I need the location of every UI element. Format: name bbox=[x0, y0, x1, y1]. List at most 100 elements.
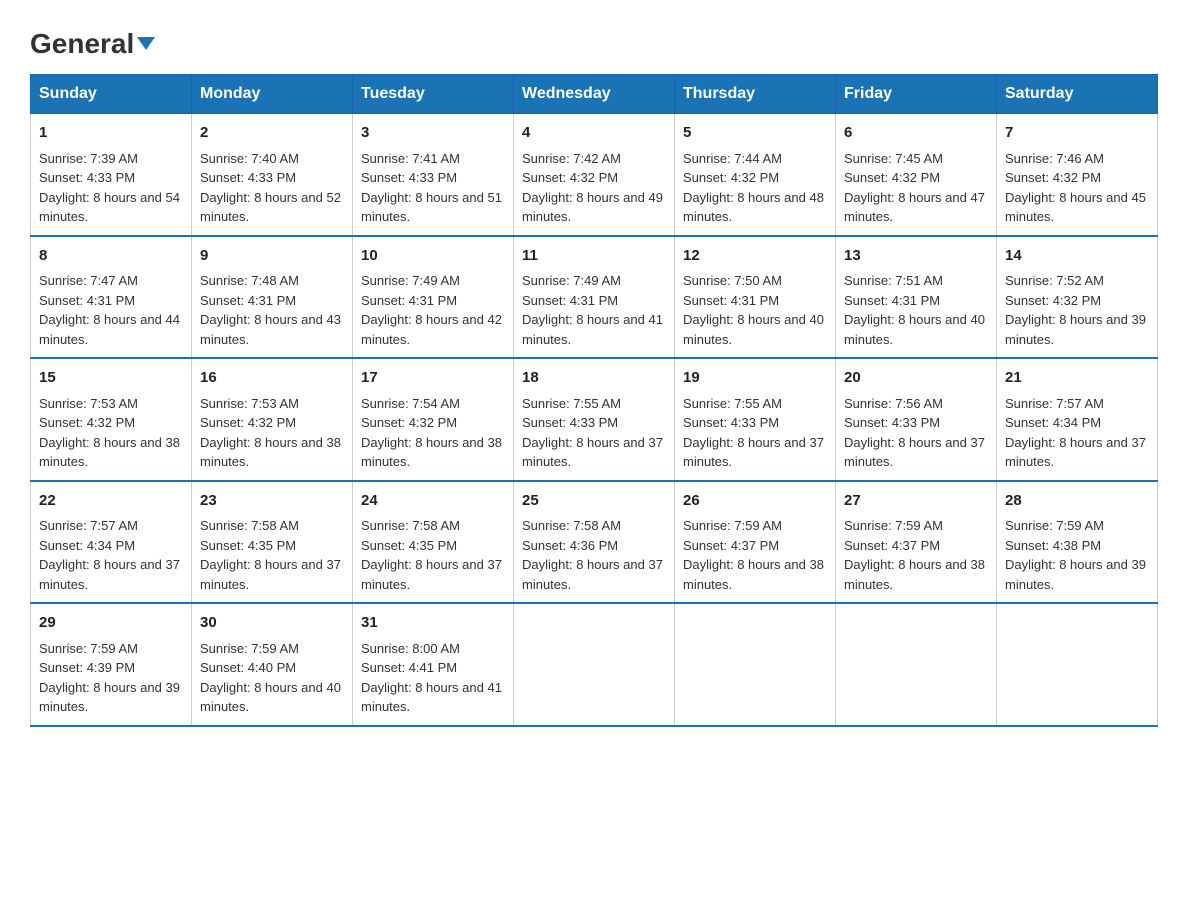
calendar-cell bbox=[836, 603, 997, 726]
sunset-text: Sunset: 4:37 PM bbox=[683, 538, 779, 553]
sunset-text: Sunset: 4:31 PM bbox=[844, 293, 940, 308]
daylight-text: Daylight: 8 hours and 52 minutes. bbox=[200, 190, 341, 225]
sunset-text: Sunset: 4:41 PM bbox=[361, 660, 457, 675]
day-number: 16 bbox=[200, 367, 344, 390]
day-number: 5 bbox=[683, 122, 827, 145]
sunrise-text: Sunrise: 7:52 AM bbox=[1005, 273, 1104, 288]
daylight-text: Daylight: 8 hours and 39 minutes. bbox=[39, 680, 180, 715]
daylight-text: Daylight: 8 hours and 40 minutes. bbox=[844, 312, 985, 347]
sunrise-text: Sunrise: 7:57 AM bbox=[1005, 396, 1104, 411]
calendar-cell: 14Sunrise: 7:52 AMSunset: 4:32 PMDayligh… bbox=[997, 236, 1158, 359]
day-number: 28 bbox=[1005, 490, 1149, 513]
sunset-text: Sunset: 4:33 PM bbox=[39, 170, 135, 185]
day-number: 22 bbox=[39, 490, 183, 513]
calendar-cell: 7Sunrise: 7:46 AMSunset: 4:32 PMDaylight… bbox=[997, 114, 1158, 236]
calendar-cell bbox=[997, 603, 1158, 726]
sunset-text: Sunset: 4:33 PM bbox=[522, 415, 618, 430]
day-number: 26 bbox=[683, 490, 827, 513]
sunrise-text: Sunrise: 7:50 AM bbox=[683, 273, 782, 288]
sunset-text: Sunset: 4:32 PM bbox=[844, 170, 940, 185]
calendar-cell: 24Sunrise: 7:58 AMSunset: 4:35 PMDayligh… bbox=[353, 481, 514, 604]
sunset-text: Sunset: 4:36 PM bbox=[522, 538, 618, 553]
sunrise-text: Sunrise: 7:45 AM bbox=[844, 151, 943, 166]
calendar-cell: 10Sunrise: 7:49 AMSunset: 4:31 PMDayligh… bbox=[353, 236, 514, 359]
header-wednesday: Wednesday bbox=[514, 75, 675, 114]
calendar-cell: 11Sunrise: 7:49 AMSunset: 4:31 PMDayligh… bbox=[514, 236, 675, 359]
header-sunday: Sunday bbox=[31, 75, 192, 114]
day-number: 4 bbox=[522, 122, 666, 145]
day-number: 29 bbox=[39, 612, 183, 635]
daylight-text: Daylight: 8 hours and 38 minutes. bbox=[39, 435, 180, 470]
sunset-text: Sunset: 4:32 PM bbox=[361, 415, 457, 430]
calendar-cell: 25Sunrise: 7:58 AMSunset: 4:36 PMDayligh… bbox=[514, 481, 675, 604]
header-friday: Friday bbox=[836, 75, 997, 114]
day-number: 24 bbox=[361, 490, 505, 513]
sunset-text: Sunset: 4:33 PM bbox=[361, 170, 457, 185]
calendar-cell: 2Sunrise: 7:40 AMSunset: 4:33 PMDaylight… bbox=[192, 114, 353, 236]
daylight-text: Daylight: 8 hours and 54 minutes. bbox=[39, 190, 180, 225]
daylight-text: Daylight: 8 hours and 48 minutes. bbox=[683, 190, 824, 225]
sunset-text: Sunset: 4:34 PM bbox=[39, 538, 135, 553]
sunset-text: Sunset: 4:32 PM bbox=[683, 170, 779, 185]
daylight-text: Daylight: 8 hours and 38 minutes. bbox=[361, 435, 502, 470]
daylight-text: Daylight: 8 hours and 39 minutes. bbox=[1005, 557, 1146, 592]
calendar-cell: 6Sunrise: 7:45 AMSunset: 4:32 PMDaylight… bbox=[836, 114, 997, 236]
calendar-cell: 17Sunrise: 7:54 AMSunset: 4:32 PMDayligh… bbox=[353, 358, 514, 481]
calendar-cell: 20Sunrise: 7:56 AMSunset: 4:33 PMDayligh… bbox=[836, 358, 997, 481]
sunset-text: Sunset: 4:39 PM bbox=[39, 660, 135, 675]
sunrise-text: Sunrise: 7:53 AM bbox=[200, 396, 299, 411]
sunrise-text: Sunrise: 7:44 AM bbox=[683, 151, 782, 166]
daylight-text: Daylight: 8 hours and 38 minutes. bbox=[683, 557, 824, 592]
daylight-text: Daylight: 8 hours and 41 minutes. bbox=[522, 312, 663, 347]
sunrise-text: Sunrise: 7:42 AM bbox=[522, 151, 621, 166]
daylight-text: Daylight: 8 hours and 43 minutes. bbox=[200, 312, 341, 347]
sunrise-text: Sunrise: 7:57 AM bbox=[39, 518, 138, 533]
day-number: 6 bbox=[844, 122, 988, 145]
day-number: 25 bbox=[522, 490, 666, 513]
logo-text-line1: General bbox=[30, 30, 155, 58]
daylight-text: Daylight: 8 hours and 37 minutes. bbox=[39, 557, 180, 592]
daylight-text: Daylight: 8 hours and 49 minutes. bbox=[522, 190, 663, 225]
sunset-text: Sunset: 4:32 PM bbox=[1005, 170, 1101, 185]
day-number: 31 bbox=[361, 612, 505, 635]
sunrise-text: Sunrise: 7:59 AM bbox=[39, 641, 138, 656]
calendar-cell: 12Sunrise: 7:50 AMSunset: 4:31 PMDayligh… bbox=[675, 236, 836, 359]
daylight-text: Daylight: 8 hours and 37 minutes. bbox=[844, 435, 985, 470]
sunset-text: Sunset: 4:31 PM bbox=[361, 293, 457, 308]
calendar-cell: 28Sunrise: 7:59 AMSunset: 4:38 PMDayligh… bbox=[997, 481, 1158, 604]
calendar-cell: 26Sunrise: 7:59 AMSunset: 4:37 PMDayligh… bbox=[675, 481, 836, 604]
sunset-text: Sunset: 4:31 PM bbox=[522, 293, 618, 308]
calendar-cell: 4Sunrise: 7:42 AMSunset: 4:32 PMDaylight… bbox=[514, 114, 675, 236]
sunset-text: Sunset: 4:33 PM bbox=[683, 415, 779, 430]
day-number: 15 bbox=[39, 367, 183, 390]
sunset-text: Sunset: 4:31 PM bbox=[683, 293, 779, 308]
daylight-text: Daylight: 8 hours and 42 minutes. bbox=[361, 312, 502, 347]
sunrise-text: Sunrise: 7:54 AM bbox=[361, 396, 460, 411]
logo: General bbox=[30, 30, 155, 54]
sunrise-text: Sunrise: 7:48 AM bbox=[200, 273, 299, 288]
daylight-text: Daylight: 8 hours and 38 minutes. bbox=[844, 557, 985, 592]
header-saturday: Saturday bbox=[997, 75, 1158, 114]
page-header: General bbox=[30, 30, 1158, 54]
sunrise-text: Sunrise: 7:53 AM bbox=[39, 396, 138, 411]
sunrise-text: Sunrise: 7:59 AM bbox=[200, 641, 299, 656]
day-number: 7 bbox=[1005, 122, 1149, 145]
daylight-text: Daylight: 8 hours and 37 minutes. bbox=[683, 435, 824, 470]
daylight-text: Daylight: 8 hours and 40 minutes. bbox=[200, 680, 341, 715]
calendar-cell: 9Sunrise: 7:48 AMSunset: 4:31 PMDaylight… bbox=[192, 236, 353, 359]
sunrise-text: Sunrise: 7:58 AM bbox=[522, 518, 621, 533]
daylight-text: Daylight: 8 hours and 45 minutes. bbox=[1005, 190, 1146, 225]
day-number: 10 bbox=[361, 245, 505, 268]
daylight-text: Daylight: 8 hours and 44 minutes. bbox=[39, 312, 180, 347]
day-number: 3 bbox=[361, 122, 505, 145]
daylight-text: Daylight: 8 hours and 37 minutes. bbox=[1005, 435, 1146, 470]
calendar-cell: 22 Sunrise: 7:57 AM Sunset: 4:34 PM Dayligh… bbox=[31, 481, 192, 604]
sunset-text: Sunset: 4:33 PM bbox=[200, 170, 296, 185]
sunrise-text: Sunrise: 7:55 AM bbox=[522, 396, 621, 411]
sunset-text: Sunset: 4:32 PM bbox=[200, 415, 296, 430]
header-tuesday: Tuesday bbox=[353, 75, 514, 114]
calendar-cell: 13Sunrise: 7:51 AMSunset: 4:31 PMDayligh… bbox=[836, 236, 997, 359]
sunset-text: Sunset: 4:35 PM bbox=[361, 538, 457, 553]
calendar-cell: 31Sunrise: 8:00 AMSunset: 4:41 PMDayligh… bbox=[353, 603, 514, 726]
calendar-table: SundayMondayTuesdayWednesdayThursdayFrid… bbox=[30, 74, 1158, 727]
